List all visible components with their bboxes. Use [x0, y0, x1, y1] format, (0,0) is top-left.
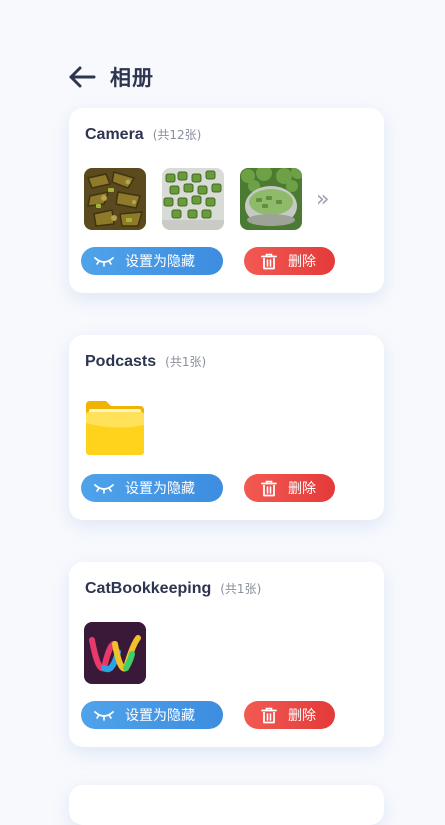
- photo-thumbnail[interactable]: [162, 168, 224, 230]
- set-hidden-label: 设置为隐藏: [125, 254, 195, 270]
- closed-eye-icon: [93, 480, 115, 496]
- delete-button[interactable]: 删除: [244, 247, 335, 275]
- back-button[interactable]: [68, 65, 96, 89]
- album-count: (共1张): [220, 582, 262, 596]
- set-hidden-label: 设置为隐藏: [125, 481, 195, 497]
- delete-label: 删除: [288, 708, 316, 724]
- photo-thumbnail[interactable]: [240, 168, 302, 230]
- double-chevron-right-icon[interactable]: »: [316, 187, 329, 212]
- set-hidden-button[interactable]: 设置为隐藏: [81, 247, 223, 275]
- album-card-camera[interactable]: Camera (共12张) » 设置为隐藏 删除: [69, 108, 384, 293]
- photo-thumbnail[interactable]: [84, 168, 146, 230]
- album-card-podcasts[interactable]: Podcasts (共1张) 设置为隐藏 删除: [69, 335, 384, 520]
- closed-eye-icon: [93, 253, 115, 269]
- trash-icon: [258, 707, 280, 723]
- photo-thumbnail[interactable]: [84, 622, 146, 684]
- set-hidden-button[interactable]: 设置为隐藏: [81, 701, 223, 729]
- page-title: 相册: [110, 66, 154, 90]
- album-count: (共1张): [165, 355, 207, 369]
- delete-button[interactable]: 删除: [244, 474, 335, 502]
- set-hidden-label: 设置为隐藏: [125, 708, 195, 724]
- page-header: 相册: [68, 60, 154, 94]
- trash-icon: [258, 253, 280, 269]
- album-count: (共12张): [152, 128, 202, 142]
- album-card-catbookkeeping[interactable]: CatBookkeeping (共1张) 设置为隐藏 删除: [69, 562, 384, 747]
- album-name: Podcasts: [85, 353, 157, 370]
- trash-icon: [258, 480, 280, 496]
- album-card-partial[interactable]: [69, 785, 384, 825]
- album-name: CatBookkeeping: [85, 580, 212, 597]
- delete-button[interactable]: 删除: [244, 701, 335, 729]
- album-name: Camera: [85, 126, 144, 143]
- closed-eye-icon: [93, 707, 115, 723]
- delete-label: 删除: [288, 481, 316, 497]
- set-hidden-button[interactable]: 设置为隐藏: [81, 474, 223, 502]
- arrow-left-icon: [69, 66, 96, 88]
- delete-label: 删除: [288, 254, 316, 270]
- photo-thumbnail[interactable]: [84, 395, 146, 457]
